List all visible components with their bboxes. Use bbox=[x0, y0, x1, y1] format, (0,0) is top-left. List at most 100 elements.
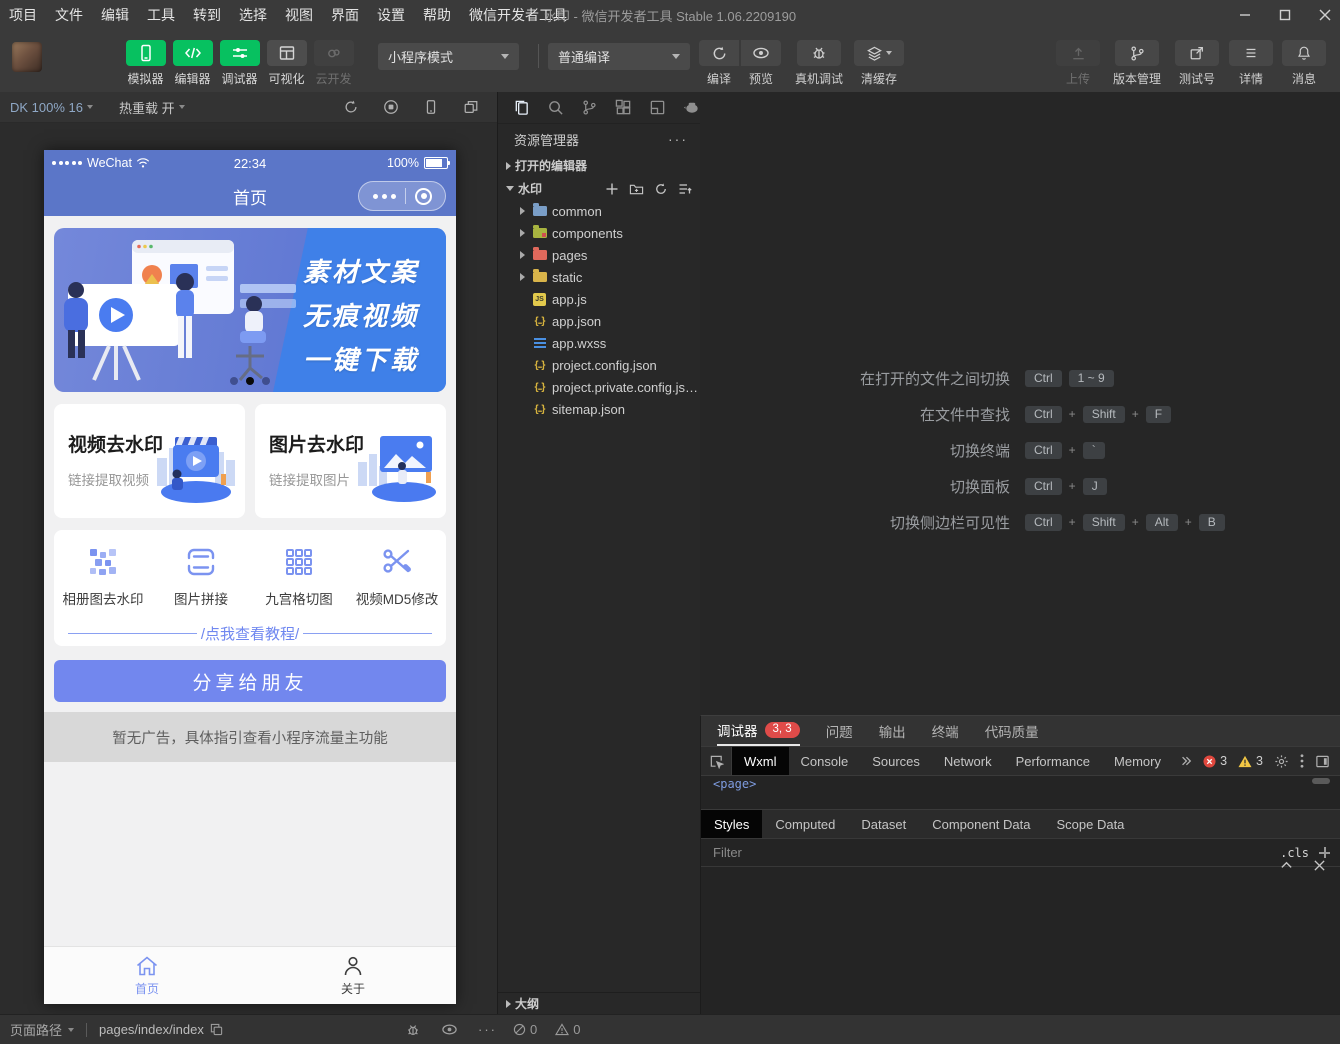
filter-input[interactable] bbox=[711, 844, 1270, 861]
devtools-tab[interactable]: Network bbox=[932, 747, 1004, 775]
maximize-button[interactable] bbox=[1278, 8, 1292, 22]
refresh-icon[interactable] bbox=[654, 182, 668, 196]
add-style-icon[interactable] bbox=[1319, 847, 1330, 858]
tree-item-file[interactable]: {..}project.private.config.js… bbox=[498, 376, 700, 398]
wxml-element-tree[interactable]: <page> bbox=[701, 776, 1340, 809]
devtools-tab[interactable]: Wxml bbox=[732, 747, 789, 775]
close-button[interactable] bbox=[1318, 8, 1332, 22]
debugger-tab[interactable]: 调试器 3, 3 bbox=[717, 716, 800, 746]
minimize-button[interactable] bbox=[1238, 8, 1252, 22]
menu-item[interactable]: 选择 bbox=[230, 5, 276, 25]
details-button[interactable]: 详情 bbox=[1229, 40, 1273, 87]
inspect-element-icon[interactable] bbox=[701, 747, 732, 775]
eye-icon[interactable] bbox=[441, 1021, 458, 1038]
carousel-dot[interactable] bbox=[246, 377, 254, 385]
debugger-tab[interactable]: 问题 bbox=[826, 716, 853, 746]
tree-item-file[interactable]: JSapp.js bbox=[498, 288, 700, 310]
outline-section[interactable]: 大纲 bbox=[498, 992, 700, 1014]
preview-button[interactable]: 预览 bbox=[741, 40, 781, 87]
tab-home[interactable]: 首页 bbox=[44, 947, 250, 1004]
cloud-dev-button[interactable]: 云开发 bbox=[310, 40, 357, 87]
image-watermark-card[interactable]: 图片去水印 链接提取图片 bbox=[255, 404, 446, 518]
more-tabs-icon[interactable] bbox=[1180, 755, 1192, 767]
bug-icon[interactable] bbox=[405, 1022, 421, 1038]
tree-item-file[interactable]: {..}sitemap.json bbox=[498, 398, 700, 420]
new-folder-icon[interactable] bbox=[629, 182, 644, 196]
more-options-icon[interactable] bbox=[373, 194, 396, 199]
editor-button[interactable]: 编辑器 bbox=[169, 40, 216, 87]
close-panel-icon[interactable] bbox=[1313, 859, 1326, 872]
collapse-panel-icon[interactable] bbox=[1280, 859, 1293, 872]
open-editors-section[interactable]: 打开的编辑器 bbox=[498, 154, 700, 177]
version-control-button[interactable]: 版本管理 bbox=[1109, 40, 1165, 87]
new-file-icon[interactable] bbox=[605, 182, 619, 196]
style-tab[interactable]: Scope Data bbox=[1043, 810, 1137, 838]
debugger-tab[interactable]: 代码质量 bbox=[985, 716, 1039, 746]
tab-about[interactable]: 关于 bbox=[250, 947, 456, 1004]
video-md5-tool[interactable]: 视频MD5修改 bbox=[348, 543, 446, 608]
tutorial-link[interactable]: /点我查看教程/ bbox=[201, 623, 299, 644]
devtools-tab[interactable]: Console bbox=[789, 747, 861, 775]
compile-button[interactable]: 编译 bbox=[699, 40, 739, 87]
carousel-dot[interactable] bbox=[262, 377, 270, 385]
multi-window-icon[interactable] bbox=[463, 99, 479, 115]
tree-item-file[interactable]: {..}project.config.json bbox=[498, 354, 700, 376]
nine-grid-tool[interactable]: 九宫格切图 bbox=[250, 543, 348, 608]
record-icon[interactable] bbox=[383, 99, 399, 115]
copy-icon[interactable] bbox=[210, 1023, 223, 1036]
upload-button[interactable]: 上传 bbox=[1056, 40, 1100, 87]
hot-reload-toggle[interactable]: 热重载 开 bbox=[119, 98, 185, 117]
menu-item[interactable]: 帮助 bbox=[414, 5, 460, 25]
compile-select[interactable]: 普通编译 bbox=[548, 43, 690, 70]
carousel-dot[interactable] bbox=[230, 377, 238, 385]
style-tab[interactable]: Component Data bbox=[919, 810, 1043, 838]
video-watermark-card[interactable]: 视频去水印 链接提取视频 bbox=[54, 404, 245, 518]
menu-item[interactable]: 界面 bbox=[322, 5, 368, 25]
image-stitch-tool[interactable]: 图片拼接 bbox=[152, 543, 250, 608]
search-icon[interactable] bbox=[547, 99, 564, 116]
extensions-icon[interactable] bbox=[615, 99, 632, 116]
menu-item[interactable]: 转到 bbox=[184, 5, 230, 25]
share-button[interactable]: 分享给朋友 bbox=[54, 660, 446, 702]
files-icon[interactable] bbox=[513, 99, 530, 116]
menu-item[interactable]: 编辑 bbox=[92, 5, 138, 25]
messages-button[interactable]: 消息 bbox=[1282, 40, 1326, 87]
tree-item-folder[interactable]: components bbox=[498, 222, 700, 244]
more-actions-icon[interactable]: ··· bbox=[668, 131, 688, 147]
scrollbar[interactable] bbox=[1312, 778, 1330, 784]
debugger-button[interactable]: 调试器 bbox=[216, 40, 263, 87]
device-debug-button[interactable]: 真机调试 bbox=[791, 40, 847, 87]
tree-item-folder[interactable]: static bbox=[498, 266, 700, 288]
tree-item-file[interactable]: app.wxss bbox=[498, 332, 700, 354]
appify-icon[interactable] bbox=[683, 99, 700, 116]
page-path-label[interactable]: 页面路径 bbox=[10, 1020, 62, 1039]
devtools-tab[interactable]: Sources bbox=[860, 747, 932, 775]
menu-item[interactable]: 文件 bbox=[46, 5, 92, 25]
visualization-button[interactable]: 可视化 bbox=[263, 40, 310, 87]
devtools-tab[interactable]: Memory bbox=[1102, 747, 1173, 775]
style-tab[interactable]: Styles bbox=[701, 810, 762, 838]
simulator-button[interactable]: 模拟器 bbox=[122, 40, 169, 87]
menu-item[interactable]: 设置 bbox=[368, 5, 414, 25]
mode-select[interactable]: 小程序模式 bbox=[378, 43, 519, 70]
more-icon[interactable]: ··· bbox=[478, 1022, 497, 1037]
tree-item-file[interactable]: {..}app.json bbox=[498, 310, 700, 332]
banner-carousel[interactable]: 素材文案无痕视频一键下载 bbox=[54, 228, 446, 392]
project-section[interactable]: 水印 bbox=[498, 177, 700, 200]
test-account-button[interactable]: 测试号 bbox=[1174, 40, 1220, 87]
snapshot-icon[interactable] bbox=[649, 99, 666, 116]
dom-node[interactable]: <page> bbox=[713, 777, 756, 791]
source-control-icon[interactable] bbox=[581, 99, 598, 116]
album-watermark-tool[interactable]: 相册图去水印 bbox=[54, 543, 152, 608]
collapse-all-icon[interactable] bbox=[678, 182, 692, 196]
device-select[interactable]: DK 100% 16 bbox=[10, 100, 93, 115]
debugger-tab[interactable]: 终端 bbox=[932, 716, 959, 746]
exit-miniprogram-icon[interactable] bbox=[415, 188, 432, 205]
tree-item-folder[interactable]: common bbox=[498, 200, 700, 222]
style-tab[interactable]: Computed bbox=[762, 810, 848, 838]
devtools-tab[interactable]: Performance bbox=[1004, 747, 1102, 775]
problems-summary[interactable]: 0 0 bbox=[513, 1022, 580, 1037]
restart-icon[interactable] bbox=[343, 99, 359, 115]
menu-item[interactable]: 视图 bbox=[276, 5, 322, 25]
menu-item[interactable]: 项目 bbox=[0, 5, 46, 25]
